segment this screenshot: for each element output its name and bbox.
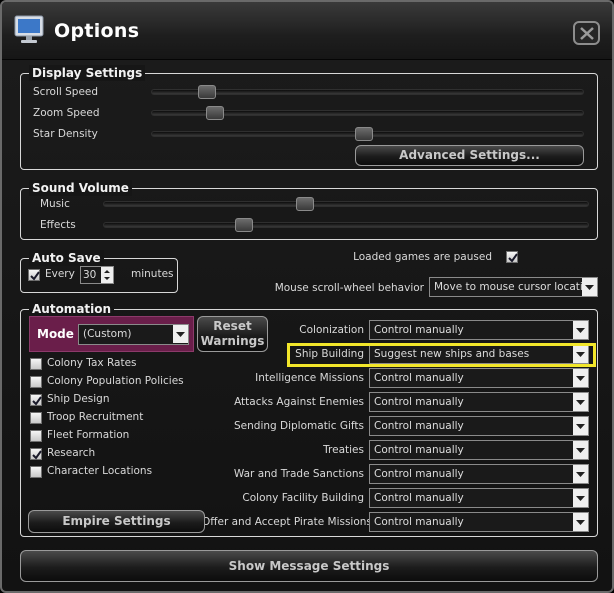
mode-label: Mode bbox=[37, 327, 74, 341]
title-bar: Options bbox=[2, 2, 612, 60]
automation-setting-label: Offer and Accept Pirate Missions bbox=[202, 516, 372, 528]
automation-setting-dropdown[interactable]: Control manually bbox=[369, 440, 589, 460]
sound-volume-group: Sound Volume bbox=[20, 180, 598, 240]
mouse-wheel-dropdown[interactable]: Move to mouse cursor location bbox=[429, 277, 598, 297]
automation-checkbox[interactable] bbox=[30, 412, 42, 424]
minutes-value: 30 bbox=[83, 269, 97, 281]
dropdown-value: Control manually bbox=[374, 420, 464, 432]
auto-save-legend: Auto Save bbox=[29, 250, 104, 266]
dropdown-value: Control manually bbox=[374, 492, 464, 504]
zoom-speed-label: Zoom Speed bbox=[33, 107, 100, 119]
automation-checkbox-label: Character Locations bbox=[47, 465, 153, 477]
show-message-settings-button[interactable]: Show Message Settings bbox=[20, 550, 598, 582]
automation-checkbox[interactable] bbox=[30, 448, 42, 460]
close-icon bbox=[580, 27, 594, 40]
chevron-down-icon[interactable] bbox=[573, 489, 588, 507]
dropdown-value: Control manually bbox=[374, 516, 464, 528]
advanced-settings-button[interactable]: Advanced Settings... bbox=[355, 145, 584, 166]
automation-setting-label: Intelligence Missions bbox=[255, 372, 364, 384]
close-button[interactable] bbox=[573, 21, 600, 45]
display-settings-legend: Display Settings bbox=[29, 65, 146, 81]
zoom-speed-thumb[interactable] bbox=[205, 106, 224, 120]
mouse-wheel-value: Move to mouse cursor location bbox=[434, 281, 596, 293]
options-window: Options Display Settings Scroll Speed Zo… bbox=[0, 0, 614, 593]
automation-checkbox-label: Fleet Formation bbox=[47, 429, 130, 441]
zoom-speed-slider[interactable] bbox=[151, 106, 584, 120]
automation-setting-dropdown[interactable]: Control manually bbox=[369, 416, 589, 436]
automation-legend: Automation bbox=[29, 301, 115, 317]
auto-save-checkbox[interactable] bbox=[28, 269, 40, 281]
chevron-down-icon[interactable] bbox=[573, 417, 588, 435]
automation-setting-dropdown[interactable]: Control manually bbox=[369, 392, 589, 412]
automation-checkbox-label: Colony Population Policies bbox=[47, 375, 184, 387]
sound-volume-legend: Sound Volume bbox=[29, 180, 132, 196]
automation-setting-label: Attacks Against Enemies bbox=[234, 396, 364, 408]
star-density-thumb[interactable] bbox=[355, 127, 374, 141]
automation-checkbox[interactable] bbox=[30, 394, 42, 406]
automation-setting-dropdown[interactable]: Control manually bbox=[369, 488, 589, 508]
chevron-down-icon[interactable] bbox=[573, 441, 588, 459]
dropdown-value: Control manually bbox=[374, 444, 464, 456]
mouse-wheel-label: Mouse scroll-wheel behavior bbox=[274, 282, 424, 294]
window-title: Options bbox=[54, 20, 140, 42]
music-label: Music bbox=[40, 198, 70, 210]
scroll-speed-label: Scroll Speed bbox=[33, 86, 99, 98]
chevron-down-icon[interactable] bbox=[573, 465, 588, 483]
chevron-down-icon[interactable] bbox=[582, 278, 597, 296]
automation-checkbox[interactable] bbox=[30, 376, 42, 388]
automation-setting-label: Colony Facility Building bbox=[242, 492, 364, 504]
effects-label: Effects bbox=[40, 219, 76, 231]
monitor-icon bbox=[12, 14, 46, 46]
automation-setting-dropdown[interactable]: Control manually bbox=[369, 368, 589, 388]
minutes-spinner[interactable]: 30 bbox=[80, 266, 114, 284]
automation-checkbox-label: Research bbox=[47, 447, 96, 459]
star-density-slider[interactable] bbox=[151, 127, 584, 141]
reset-line-2: Warnings bbox=[200, 334, 265, 348]
dropdown-value: Control manually bbox=[374, 396, 464, 408]
spin-arrows-icon[interactable] bbox=[101, 267, 113, 283]
mode-dropdown[interactable]: (Custom) bbox=[78, 324, 189, 345]
chevron-down-icon[interactable] bbox=[573, 321, 588, 339]
chevron-down-icon[interactable] bbox=[573, 369, 588, 387]
automation-checkbox[interactable] bbox=[30, 430, 42, 442]
automation-setting-label: Colonization bbox=[299, 324, 364, 336]
ship-building-highlight bbox=[287, 343, 596, 367]
automation-setting-label: Sending Diplomatic Gifts bbox=[234, 420, 364, 432]
automation-setting-dropdown[interactable]: Control manually bbox=[369, 512, 589, 532]
automation-setting-label: Treaties bbox=[323, 444, 364, 456]
automation-checkbox[interactable] bbox=[30, 466, 42, 478]
music-thumb[interactable] bbox=[295, 197, 314, 211]
minutes-label: minutes bbox=[131, 268, 174, 280]
chevron-down-icon[interactable] bbox=[573, 393, 588, 411]
chevron-down-icon[interactable] bbox=[573, 513, 588, 531]
scroll-speed-thumb[interactable] bbox=[197, 85, 216, 99]
effects-slider[interactable] bbox=[103, 218, 589, 232]
scroll-speed-slider[interactable] bbox=[151, 85, 584, 99]
chevron-down-icon[interactable] bbox=[173, 325, 188, 343]
dropdown-value: Control manually bbox=[374, 468, 464, 480]
mode-value: (Custom) bbox=[83, 328, 132, 340]
dropdown-value: Control manually bbox=[374, 372, 464, 384]
star-density-label: Star Density bbox=[33, 128, 98, 140]
automation-checkbox-label: Ship Design bbox=[47, 393, 110, 405]
automation-checkbox-label: Troop Recruitment bbox=[47, 411, 144, 423]
loaded-paused-label: Loaded games are paused bbox=[353, 251, 492, 263]
dropdown-value: Control manually bbox=[374, 324, 464, 336]
loaded-paused-checkbox[interactable] bbox=[506, 251, 518, 263]
music-slider[interactable] bbox=[103, 197, 589, 211]
every-label: Every bbox=[45, 268, 75, 280]
automation-setting-label: War and Trade Sanctions bbox=[233, 468, 364, 480]
automation-checkbox[interactable] bbox=[30, 358, 42, 370]
automation-setting-dropdown[interactable]: Control manually bbox=[369, 464, 589, 484]
automation-setting-dropdown[interactable]: Control manually bbox=[369, 320, 589, 340]
automation-checkbox-label: Colony Tax Rates bbox=[47, 357, 137, 369]
empire-settings-button[interactable]: Empire Settings bbox=[28, 510, 205, 533]
effects-thumb[interactable] bbox=[235, 218, 254, 232]
